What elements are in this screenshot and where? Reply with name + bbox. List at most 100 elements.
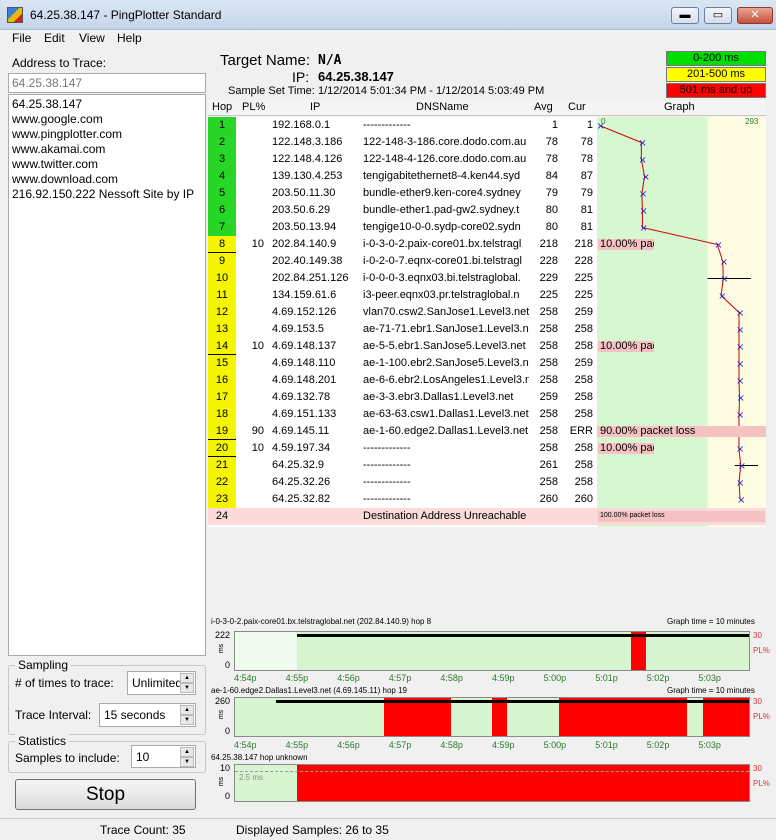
col-ip[interactable]: IP xyxy=(310,101,320,113)
times-to-trace-label: # of times to trace: xyxy=(15,676,114,690)
hop-row[interactable]: 8 10 202.84.140.9 i-0-3-0-2.paix-core01.bx.… xyxy=(208,236,766,253)
time-graph-plot[interactable] xyxy=(234,697,750,737)
stop-button[interactable]: Stop xyxy=(15,779,196,810)
hop-number: 1 xyxy=(208,117,236,134)
hop-row[interactable]: 7 203.50.13.94 tengige10-0-0.sydp-core02.s… xyxy=(208,219,766,236)
hop-row[interactable]: 21 64.25.32.9 ------------- 261 258 xyxy=(208,457,766,474)
trace-interval-field[interactable]: 15 seconds ▲ ▼ xyxy=(99,703,196,727)
spin-down-icon[interactable]: ▼ xyxy=(180,715,194,725)
time-graph-plot[interactable] xyxy=(234,631,750,671)
hop-number: 23 xyxy=(208,491,236,508)
address-list-item[interactable]: www.twitter.com xyxy=(12,157,202,172)
menu-edit[interactable]: Edit xyxy=(44,31,65,45)
address-input[interactable]: 64.25.38.147 xyxy=(8,73,206,93)
hop-cur: 259 xyxy=(574,357,593,369)
hop-row[interactable]: 1 192.168.0.1 ------------- 1 1 xyxy=(208,117,766,134)
time-axis-label: 5:01p xyxy=(595,740,618,750)
time-axis-label: 4:57p xyxy=(388,673,412,683)
time-axis-label: 4:58p xyxy=(440,740,463,750)
packet-loss-label: 10.00% packet loss xyxy=(598,443,654,454)
col-hop[interactable]: Hop xyxy=(212,101,232,113)
y-axis-max: 260 xyxy=(214,696,230,706)
close-button[interactable]: ✕ xyxy=(737,7,773,24)
hop-dnsname: ------------- xyxy=(363,442,411,454)
hop-row[interactable]: 20 10 4.59.197.34 ------------- 258 258 10.00%… xyxy=(208,440,766,457)
hop-avg: 80 xyxy=(545,221,558,233)
pl-axis-max: 30 xyxy=(753,697,762,706)
hop-ip: 4.69.148.137 xyxy=(272,340,337,352)
hop-row[interactable]: 14 10 4.69.148.137 ae-5-5.ebr1.SanJose5.Lev… xyxy=(208,338,766,355)
hop-cur: 258 xyxy=(574,442,593,454)
hop-row[interactable]: 23 64.25.32.82 ------------- 260 260 xyxy=(208,491,766,508)
address-list-item[interactable]: www.akamai.com xyxy=(12,142,202,157)
col-pl[interactable]: PL% xyxy=(242,101,265,113)
hop-row[interactable]: 2 122.148.3.186 122-148-3-186.core.dodo.co… xyxy=(208,134,766,151)
time-axis-label: 4:59p xyxy=(492,740,515,750)
menu-view[interactable]: View xyxy=(79,31,105,45)
spin-up-icon[interactable]: ▲ xyxy=(180,673,194,683)
spin-down-icon[interactable]: ▼ xyxy=(180,683,194,693)
col-cur[interactable]: Cur xyxy=(568,101,586,113)
minimize-button[interactable]: ▬ xyxy=(671,7,699,24)
spin-up-icon[interactable]: ▲ xyxy=(180,705,194,715)
samples-to-include-label: Samples to include: xyxy=(15,751,120,765)
col-graph[interactable]: Graph xyxy=(664,101,695,113)
hop-row[interactable]: 22 64.25.32.26 ------------- 258 258 xyxy=(208,474,766,491)
hop-cur: 218 xyxy=(574,238,593,250)
hop-row[interactable]: 10 202.84.251.126 i-0-0-0-3.eqnx03.bi.tels… xyxy=(208,270,766,287)
address-list-item[interactable]: www.pingplotter.com xyxy=(12,127,202,142)
hop-row[interactable]: 5 203.50.11.30 bundle-ether9.ken-core4.syd… xyxy=(208,185,766,202)
address-list-item[interactable]: www.google.com xyxy=(12,112,202,127)
hop-row[interactable]: 9 202.40.149.38 i-0-2-0-7.eqnx-core01.bi.t… xyxy=(208,253,766,270)
address-list-item[interactable]: 64.25.38.147 xyxy=(12,97,202,112)
hop-number: 12 xyxy=(208,304,236,321)
ip-label: IP: xyxy=(292,69,310,85)
hop-avg: 258 xyxy=(539,357,558,369)
hop-ip: 122.148.4.126 xyxy=(272,153,343,165)
hop-ip: 4.69.152.126 xyxy=(272,306,337,318)
time-axis-label: 4:55p xyxy=(285,740,309,750)
hop-row[interactable]: 11 134.159.61.6 i3-peer.eqnx03.pr.telstrag… xyxy=(208,287,766,304)
hop-row[interactable]: 12 4.69.152.126 vlan70.csw2.SanJose1.Level… xyxy=(208,304,766,321)
hop-pl: 90 xyxy=(251,425,264,437)
times-to-trace-field[interactable]: Unlimited ▲ ▼ xyxy=(127,671,196,695)
hop-row[interactable]: 18 4.69.151.133 ae-63-63.csw1.Dallas1.Leve… xyxy=(208,406,766,423)
hop-ip: 202.84.251.126 xyxy=(272,272,349,284)
menu-help[interactable]: Help xyxy=(117,31,142,45)
address-list[interactable]: 64.25.38.147 www.google.com www.pingplot… xyxy=(8,94,206,656)
y-axis-min: 0 xyxy=(224,791,230,801)
spin-down-icon[interactable]: ▼ xyxy=(180,757,194,767)
address-list-item[interactable]: www.download.com xyxy=(12,172,202,187)
hop-row[interactable]: 4 139.130.4.253 tengigabitethernet8-4.ken4… xyxy=(208,168,766,185)
hop-row[interactable]: 13 4.69.153.5 ae-71-71.ebr1.SanJose1.Level… xyxy=(208,321,766,338)
hop-dnsname: ae-71-71.ebr1.SanJose1.Level3.ne xyxy=(363,323,529,335)
hop-row[interactable]: 19 90 4.69.145.11 ae-1-60.edge2.Dallas1.Lev… xyxy=(208,423,766,440)
hop-avg: 258 xyxy=(539,340,558,352)
col-dnsname[interactable]: DNSName xyxy=(416,101,469,113)
time-graph-plot[interactable]: 2.5 ms xyxy=(234,764,750,802)
hop-avg: 258 xyxy=(539,323,558,335)
hop-dnsname: tengigabitethernet8-4.ken44.syd xyxy=(363,170,521,182)
menu-file[interactable]: File xyxy=(12,31,31,45)
hop-number: 4 xyxy=(208,168,236,185)
hop-dnsname: ae-3-3.ebr3.Dallas1.Level3.net xyxy=(363,391,514,403)
maximize-button[interactable]: ▭ xyxy=(704,7,732,24)
unreachable-row[interactable]: 24 Destination Address Unreachable 100.0… xyxy=(208,508,766,525)
hop-row[interactable]: 15 4.69.148.110 ae-1-100.ebr2.SanJose5.Lev… xyxy=(208,355,766,372)
samples-to-include-field[interactable]: 10 ▲ ▼ xyxy=(131,745,196,768)
hop-dnsname: ae-63-63.csw1.Dallas1.Level3.net xyxy=(363,408,529,420)
hop-row[interactable]: 16 4.69.148.201 ae-6-6.ebr2.LosAngeles1.Le… xyxy=(208,372,766,389)
address-list-item[interactable]: 216.92.150.222 Nessoft Site by IP xyxy=(12,187,202,202)
hop-cur: 260 xyxy=(574,493,593,505)
hop-ip: 192.168.0.1 xyxy=(272,119,331,131)
hop-row[interactable]: 3 122.148.4.126 122-148-4-126.core.dodo.co… xyxy=(208,151,766,168)
col-avg[interactable]: Avg xyxy=(534,101,553,113)
hop-row[interactable]: 6 203.50.6.29 bundle-ether1.pad-gw2.sydney… xyxy=(208,202,766,219)
status-bar: Trace Count: 35 Displayed Samples: 26 to… xyxy=(0,818,776,840)
hop-row[interactable]: 17 4.69.132.78 ae-3-3.ebr3.Dallas1.Level3.… xyxy=(208,389,766,406)
hop-dnsname: i-0-2-0-7.eqnx-core01.bi.telstragl xyxy=(363,255,522,267)
spin-up-icon[interactable]: ▲ xyxy=(180,747,194,757)
hop-avg: 258 xyxy=(539,408,558,420)
hop-avg: 229 xyxy=(539,272,558,284)
hop-ip: 4.69.132.78 xyxy=(272,391,331,403)
